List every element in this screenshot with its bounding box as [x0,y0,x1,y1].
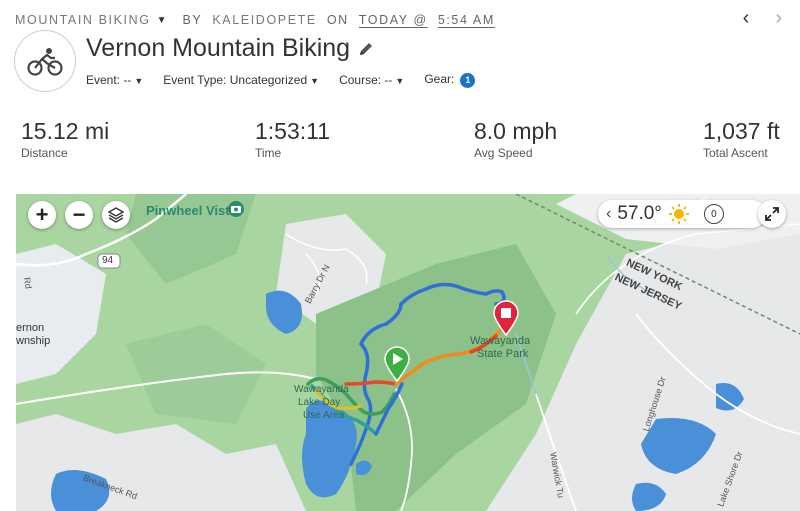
zoom-out-button[interactable]: − [65,201,93,229]
map-label-vernon: ernon [16,322,45,334]
forest-area [126,324,266,424]
cyclist-icon [27,48,63,76]
by-label: BY [182,13,203,27]
course-dropdown[interactable]: Course: -- ▼ [339,73,404,87]
map-label-rd: Rd [21,276,34,290]
activity-header-bar: MOUNTAIN BIKING ▼ BY KALEIDOPETE ON TODA… [15,10,780,30]
activity-title[interactable]: Vernon Mountain Biking [86,34,350,63]
map-label-pinwheel[interactable]: Pinwheel Vista [146,203,237,218]
stat-value: 15.12 mi [21,118,110,144]
pencil-icon[interactable] [358,41,374,57]
stat-value: 1:53:11 [255,118,331,144]
on-label: ON [326,13,349,27]
course-label: Course: -- [339,72,393,87]
activity-map[interactable]: Pinwheel Vista 94 ernon wnship Barry Dr … [16,194,800,511]
event-dropdown[interactable]: Event: -- ▼ [86,73,143,87]
activity-type-avatar [14,30,76,92]
event-type-label: Event Type: Uncategorized [163,72,308,87]
map-label-lake-1: Wawayanda [294,384,349,395]
gear-selector[interactable]: Gear: 1 [424,72,476,88]
event-type-dropdown[interactable]: Event Type: Uncategorized ▼ [163,73,319,87]
title-row: Vernon Mountain Biking [86,34,374,63]
camera-pin-icon[interactable] [227,200,245,218]
map-label-lake-2: Lake Day [298,397,341,408]
chevron-down-icon: ▼ [134,75,144,86]
expand-map-button[interactable] [758,200,786,228]
map-label-lake-3: Use Area [303,410,345,421]
expand-icon [765,207,779,221]
activity-meta-row: Event: -- ▼ Event Type: Uncategorized ▼ Co… [86,72,476,88]
wind-value: 0 [711,208,717,220]
layers-button[interactable] [102,201,130,229]
stat-label: Time [255,146,282,160]
map-label-route94: 94 [102,255,114,266]
event-label: Event: -- [86,72,132,87]
sun-icon [668,204,689,224]
chevron-down-icon: ▼ [395,75,405,86]
chevron-left-icon[interactable]: ‹ [606,205,611,223]
stat-time: 1:53:11 Time [255,118,330,160]
activity-stats: 15.12 mi Distance 1:53:11 Time 8.0 mph A… [21,118,781,162]
activity-date[interactable]: TODAY @ [359,13,428,27]
chevron-right-icon[interactable]: › [775,8,782,28]
chevron-down-icon: ▼ [310,75,320,86]
start-marker-icon[interactable] [383,346,411,382]
map-label-township: wnship [16,335,51,347]
chevron-left-icon[interactable]: ‹ [743,8,750,28]
layers-icon [108,207,124,223]
author-link[interactable]: KALEIDOPETE [212,13,316,27]
stat-label: Avg Speed [474,146,533,160]
wind-indicator: 0 [703,204,724,224]
zoom-in-button[interactable]: + [28,201,56,229]
map-label-wawayanda-park: Wawayanda [470,335,531,347]
stat-value: 8.0 mph [474,118,558,144]
end-marker-icon[interactable] [492,300,520,336]
stat-label: Distance [21,146,68,160]
stat-distance: 15.12 mi Distance [21,118,109,160]
activity-time[interactable]: 5:54 AM [438,13,495,27]
stat-avg-speed: 8.0 mph Avg Speed [474,118,557,160]
weather-temperature: 57.0° [617,203,662,224]
activity-type-label[interactable]: MOUNTAIN BIKING [15,13,151,27]
stat-value: 1,037 ft [703,118,780,144]
gear-count-badge: 1 [460,72,476,88]
weather-panel[interactable]: ‹ 57.0° 0 [598,200,766,228]
stat-total-ascent: 1,037 ft Total Ascent [703,118,780,160]
map-label-state-park: State Park [477,348,529,360]
activity-navigation: ‹ › [743,8,782,28]
gear-label: Gear: [424,72,455,86]
stat-label: Total Ascent [703,146,768,160]
activity-type-dropdown-icon[interactable]: ▼ [157,15,167,26]
